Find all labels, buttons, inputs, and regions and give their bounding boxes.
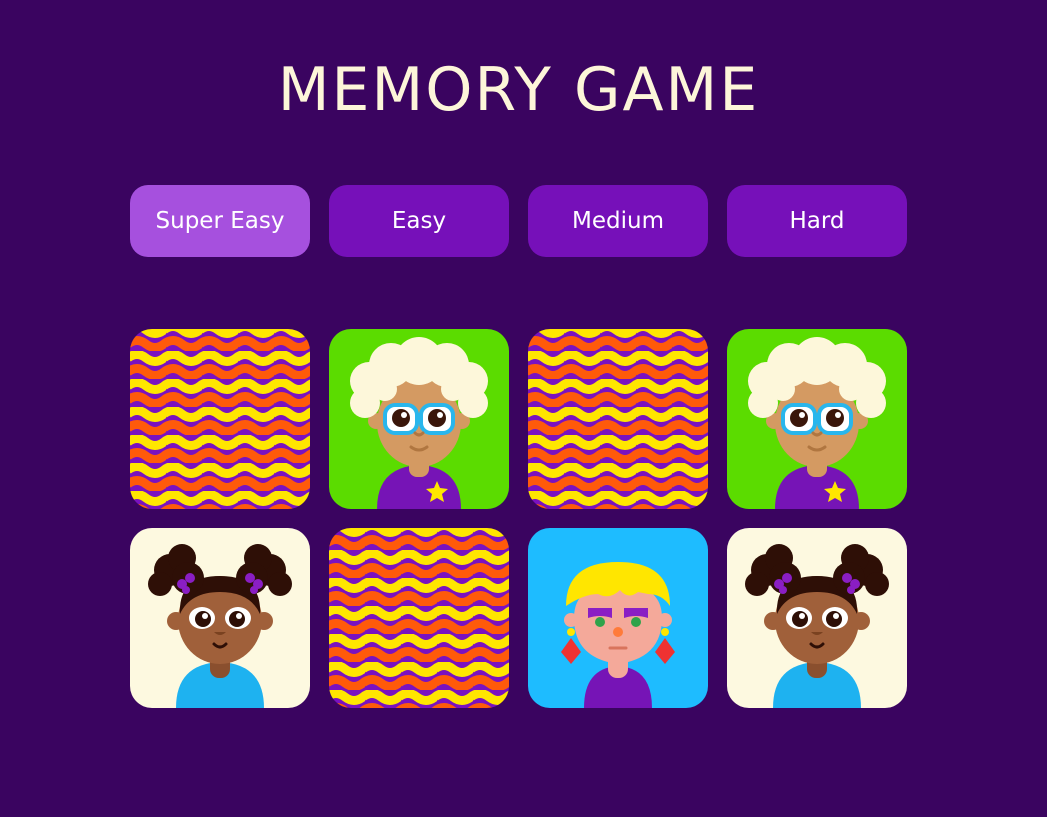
girl-with-puffs-avatar-icon [130, 528, 310, 708]
level-hard-button[interactable]: Hard [727, 185, 907, 257]
card-back-wave-pattern [329, 528, 509, 708]
card-back-wave-pattern [528, 329, 708, 509]
difficulty-selector: Super Easy Easy Medium Hard [130, 185, 907, 257]
card-face-down[interactable] [329, 528, 509, 708]
grandma-with-glasses-avatar-icon [329, 329, 509, 509]
card-face-up[interactable] [130, 528, 310, 708]
card-face-up[interactable] [727, 329, 907, 509]
card-face-up[interactable] [727, 528, 907, 708]
card-back-wave-pattern [130, 329, 310, 509]
level-medium-button[interactable]: Medium [528, 185, 708, 257]
card-face-down[interactable] [528, 329, 708, 509]
blonde-woman-avatar-icon [528, 528, 708, 708]
grandma-with-glasses-avatar-icon [727, 329, 907, 509]
level-super-easy-button[interactable]: Super Easy [130, 185, 310, 257]
card-grid [130, 329, 907, 708]
card-face-down[interactable] [130, 329, 310, 509]
girl-with-puffs-avatar-icon [727, 528, 907, 708]
card-face-up[interactable] [329, 329, 509, 509]
page-title: MEMORY GAME [277, 55, 760, 125]
card-face-up[interactable] [528, 528, 708, 708]
level-easy-button[interactable]: Easy [329, 185, 509, 257]
